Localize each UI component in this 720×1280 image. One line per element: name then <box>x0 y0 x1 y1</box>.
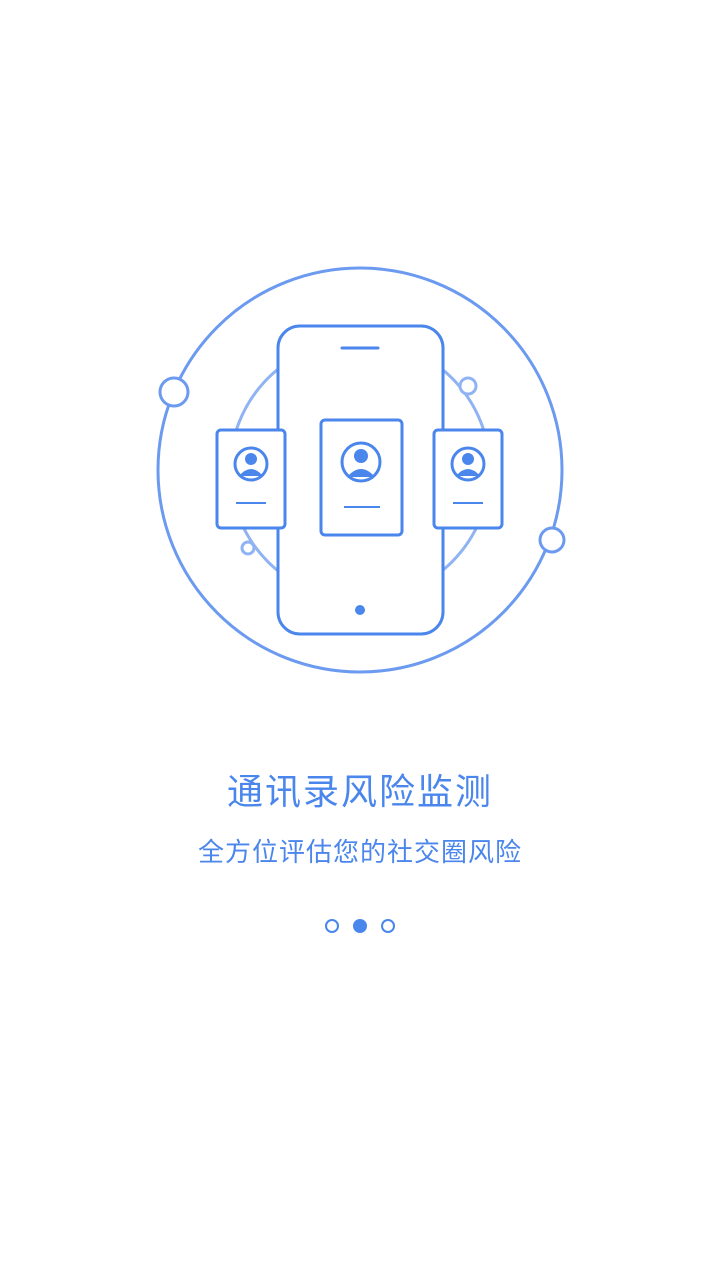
orbit-bubble-right <box>538 526 566 554</box>
page-indicator <box>0 918 720 934</box>
page-indicator-dot-3[interactable] <box>381 919 395 933</box>
page-indicator-dot-1[interactable] <box>325 919 339 933</box>
page-indicator-dot-2[interactable] <box>353 919 367 933</box>
phone-with-contact-cards-icon <box>156 266 566 674</box>
onboarding-title: 通讯录风险监测 <box>226 772 493 813</box>
onboarding-subtitle: 全方位评估您的社交圈风险 <box>197 838 522 868</box>
contact-card-right <box>432 428 504 530</box>
orbit-bubble-small-top <box>458 376 478 396</box>
onboarding-screen: 通讯录风险监测 全方位评估您的社交圈风险 <box>0 0 720 1280</box>
contact-card-left <box>215 428 287 530</box>
orbit-bubble-left <box>158 376 190 408</box>
contact-card-center <box>319 418 404 537</box>
orbit-bubble-small-bottom <box>240 540 256 556</box>
phone-home-dot <box>355 605 365 615</box>
